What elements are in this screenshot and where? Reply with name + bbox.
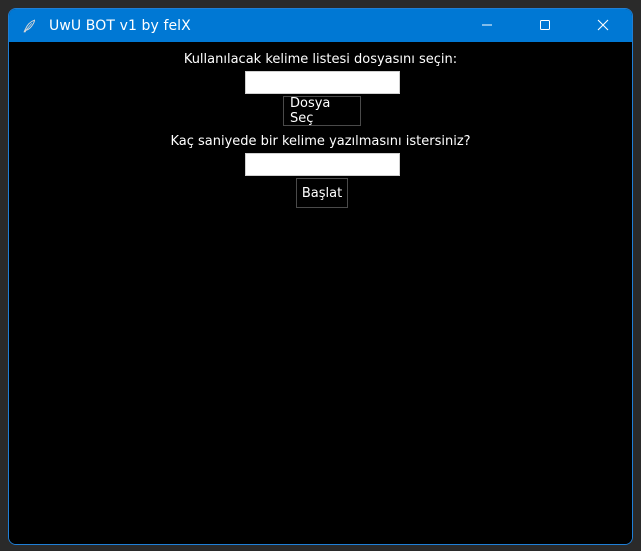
- app-window: UwU BOT v1 by felX Kullanılacak kelime l…: [8, 8, 633, 545]
- maximize-button[interactable]: [516, 9, 574, 42]
- close-icon: [597, 16, 609, 35]
- minimize-button[interactable]: [458, 9, 516, 42]
- window-controls: [458, 9, 632, 42]
- file-label: Kullanılacak kelime listesi dosyasını se…: [183, 52, 458, 67]
- interval-input[interactable]: [245, 153, 400, 176]
- file-path-input[interactable]: [245, 71, 400, 94]
- close-button[interactable]: [574, 9, 632, 42]
- title-bar[interactable]: UwU BOT v1 by felX: [9, 9, 632, 42]
- maximize-icon: [539, 16, 551, 35]
- interval-label: Kaç saniyede bir kelime yazılmasını iste…: [170, 134, 471, 149]
- minimize-icon: [481, 16, 493, 35]
- start-button[interactable]: Başlat: [296, 178, 348, 208]
- window-title: UwU BOT v1 by felX: [49, 17, 191, 34]
- feather-icon: [21, 18, 37, 34]
- main-content: Kullanılacak kelime listesi dosyasını se…: [9, 42, 632, 544]
- choose-file-button[interactable]: Dosya Seç: [283, 96, 361, 126]
